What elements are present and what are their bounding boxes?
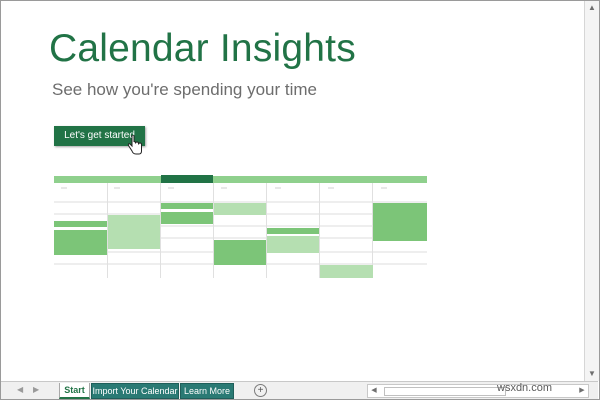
horizontal-scrollbar[interactable]: ◀ ▶ — [367, 384, 589, 398]
sheet-next-icon[interactable]: ▶ — [33, 385, 39, 394]
scroll-thumb[interactable] — [384, 387, 506, 396]
tab-learn-more[interactable]: Learn More — [180, 383, 234, 399]
plus-circle-icon[interactable]: + — [254, 384, 267, 397]
calendar-illustration — [54, 175, 427, 278]
tab-import-your-calendar[interactable]: Import Your Calendar — [91, 383, 179, 399]
sheet-prev-icon[interactable]: ◀ — [17, 385, 23, 394]
arrow-right-icon[interactable]: ▶ — [576, 385, 588, 397]
arrow-left-icon[interactable]: ◀ — [368, 385, 380, 397]
watermark: wsxdn.com — [497, 382, 553, 394]
tab-start[interactable]: Start — [59, 383, 90, 399]
